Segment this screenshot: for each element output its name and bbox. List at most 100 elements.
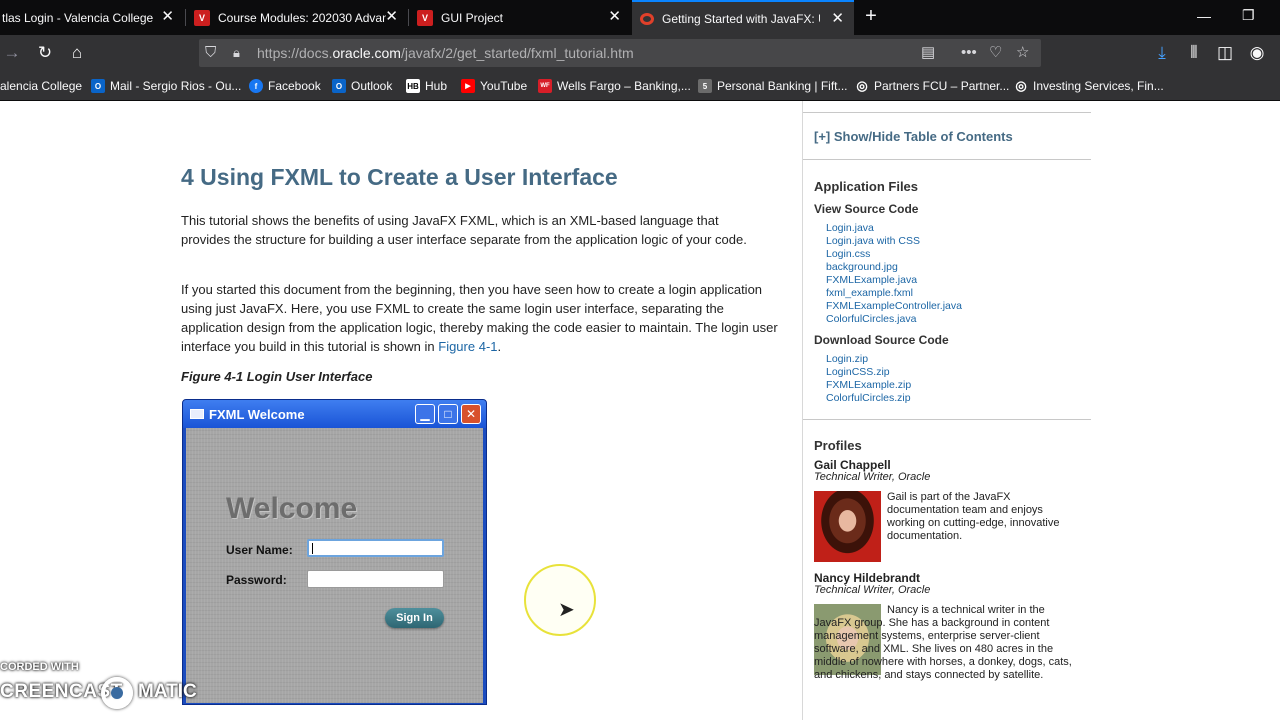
bookmark-label: Investing Services, Fin... bbox=[1033, 79, 1164, 93]
home-icon[interactable]: ⌂ bbox=[67, 43, 87, 63]
close-icon[interactable]: ✕ bbox=[385, 9, 398, 25]
bookmark-outlook[interactable]: O Outlook bbox=[332, 79, 392, 93]
download-link[interactable]: FXMLExample.zip bbox=[826, 379, 911, 391]
minimize-icon: ▁ bbox=[415, 404, 435, 424]
url-domain: oracle.com bbox=[332, 45, 401, 61]
bookmarks-toolbar: alencia College O Mail - Sergio Rios - Ou… bbox=[0, 71, 1280, 101]
bookmark-label: Personal Banking | Fift... bbox=[717, 79, 848, 93]
body-paragraph: If you started this document from the be… bbox=[181, 280, 781, 356]
bookmark-star-icon[interactable]: ☆ bbox=[1016, 43, 1029, 63]
bookmark-valencia[interactable]: alencia College bbox=[0, 79, 82, 93]
bookmark-label: Hub bbox=[425, 79, 448, 93]
toc-toggle-link[interactable]: [+] Show/Hide Table of Contents bbox=[814, 129, 1013, 144]
username-label: User Name: bbox=[226, 543, 293, 557]
tab-valencia-login[interactable]: tlas Login - Valencia College ✕ bbox=[0, 0, 184, 35]
application-files-heading: Application Files bbox=[814, 179, 919, 194]
facebook-icon: f bbox=[249, 79, 263, 93]
url-prefix: https://docs. bbox=[257, 45, 333, 61]
page-actions-icon[interactable]: ••• bbox=[961, 43, 977, 63]
watermark-line1: CORDED WITH bbox=[0, 661, 79, 673]
profile-name: Gail Chappell bbox=[814, 458, 891, 472]
tab-title: Getting Started with JavaFX: Us bbox=[662, 11, 820, 26]
lock-icon[interactable]: 🔒︎ bbox=[233, 43, 240, 63]
bookmark-mail[interactable]: O Mail - Sergio Rios - Ou... bbox=[91, 79, 241, 93]
maximize-icon: □ bbox=[438, 404, 458, 424]
tab-title: GUI Project bbox=[441, 10, 504, 25]
figure-window-body: Welcome User Name: Password: Sign In bbox=[186, 428, 483, 703]
divider bbox=[803, 159, 1091, 160]
source-link[interactable]: fxml_example.fxml bbox=[826, 287, 913, 299]
download-link[interactable]: LoginCSS.zip bbox=[826, 366, 890, 378]
source-link[interactable]: FXMLExampleController.java bbox=[826, 300, 962, 312]
source-link[interactable]: Login.css bbox=[826, 248, 870, 260]
view-source-heading: View Source Code bbox=[814, 202, 919, 216]
close-icon[interactable]: ✕ bbox=[831, 11, 844, 27]
tab-course-modules[interactable]: V Course Modules: 202030 Advan ✕ bbox=[186, 0, 408, 35]
profiles-heading: Profiles bbox=[814, 438, 862, 453]
password-field bbox=[307, 570, 444, 588]
forward-icon[interactable]: → bbox=[2, 43, 22, 63]
pocket-icon[interactable]: ♡ bbox=[989, 43, 1002, 63]
valencia-icon: V bbox=[194, 9, 210, 26]
close-icon[interactable]: ✕ bbox=[161, 9, 174, 25]
bookmark-facebook[interactable]: f Facebook bbox=[249, 79, 321, 93]
tab-title: Course Modules: 202030 Advan bbox=[218, 10, 386, 25]
welcome-text: Welcome bbox=[226, 492, 358, 525]
restore-icon[interactable]: ❐ bbox=[1242, 7, 1255, 24]
reader-view-icon[interactable]: ▤ bbox=[921, 43, 935, 63]
wells-fargo-icon: WF bbox=[538, 79, 552, 93]
bookmark-label: YouTube bbox=[480, 79, 528, 93]
figure-window-titlebar: FXML Welcome ▁ □ ✕ bbox=[183, 400, 486, 428]
bookmark-wells-fargo[interactable]: WF Wells Fargo – Banking,... bbox=[538, 79, 691, 93]
close-icon: ✕ bbox=[461, 404, 481, 424]
bookmark-fifth-third[interactable]: 5 Personal Banking | Fift... bbox=[698, 79, 848, 93]
shield-icon[interactable]: ⛉ bbox=[205, 43, 216, 63]
right-sidebar: [+] Show/Hide Table of Contents Applicat… bbox=[802, 101, 1091, 720]
watermark-line3: MATIC bbox=[138, 681, 197, 702]
sign-in-button: Sign In bbox=[385, 608, 444, 628]
download-link[interactable]: ColorfulCircles.zip bbox=[826, 392, 911, 404]
download-icon[interactable]: ⤓ bbox=[1152, 43, 1172, 63]
username-field bbox=[307, 539, 444, 557]
divider bbox=[803, 112, 1091, 113]
page-content: 4 Using FXML to Create a User Interface … bbox=[0, 101, 1280, 720]
url-text[interactable]: https://docs.oracle.com/javafx/2/get_sta… bbox=[257, 45, 634, 61]
figure-window-title: FXML Welcome bbox=[209, 407, 305, 422]
divider bbox=[803, 419, 1091, 420]
library-icon[interactable]: ⫴ bbox=[1184, 43, 1204, 63]
figure-link[interactable]: Figure 4-1 bbox=[438, 339, 497, 354]
tab-getting-started-javafx[interactable]: Getting Started with JavaFX: Us ✕ bbox=[632, 0, 854, 35]
bookmark-partners-fcu[interactable]: ◎ Partners FCU – Partner... bbox=[855, 78, 1010, 93]
tab-gui-project[interactable]: V GUI Project ✕ bbox=[409, 0, 631, 35]
url-path: /javafx/2/get_started/fxml_tutorial.htm bbox=[400, 45, 634, 61]
source-link[interactable]: background.jpg bbox=[826, 261, 898, 273]
mouse-pointer-icon: ➤ bbox=[558, 599, 575, 621]
source-link[interactable]: Login.java with CSS bbox=[826, 235, 920, 247]
bookmark-investing[interactable]: ◎ Investing Services, Fin... bbox=[1014, 78, 1164, 93]
oracle-icon bbox=[640, 12, 654, 25]
bookmark-label: Partners FCU – Partner... bbox=[874, 79, 1010, 93]
account-icon[interactable]: ◉ bbox=[1247, 43, 1267, 63]
fifth-third-icon: 5 bbox=[698, 79, 712, 93]
bookmark-hub[interactable]: HB Hub bbox=[406, 79, 447, 93]
bookmark-label: Wells Fargo – Banking,... bbox=[557, 79, 691, 93]
new-tab-button[interactable]: + bbox=[861, 6, 881, 28]
close-icon[interactable]: ✕ bbox=[608, 9, 621, 25]
youtube-icon: ▶ bbox=[461, 79, 475, 93]
tab-title: tlas Login - Valencia College bbox=[2, 10, 154, 25]
bookmark-youtube[interactable]: ▶ YouTube bbox=[461, 79, 527, 93]
download-link[interactable]: Login.zip bbox=[826, 353, 868, 365]
source-link[interactable]: ColorfulCircles.java bbox=[826, 313, 916, 325]
source-link[interactable]: FXMLExample.java bbox=[826, 274, 917, 286]
navigation-toolbar: → ↻ ⌂ ⛉ 🔒︎ https://docs.oracle.com/javaf… bbox=[0, 35, 1280, 71]
login-figure-image: FXML Welcome ▁ □ ✕ Welcome User Name: Pa… bbox=[182, 399, 487, 705]
minimize-icon[interactable]: — bbox=[1197, 8, 1211, 24]
source-link[interactable]: Login.java bbox=[826, 222, 874, 234]
bookmark-label: alencia College bbox=[0, 79, 83, 93]
bookmark-label: Mail - Sergio Rios - Ou... bbox=[110, 79, 242, 93]
address-bar[interactable]: ⛉ 🔒︎ https://docs.oracle.com/javafx/2/ge… bbox=[199, 39, 1041, 67]
sidebar-icon[interactable]: ◫ bbox=[1215, 43, 1235, 63]
download-source-heading: Download Source Code bbox=[814, 333, 949, 347]
globe-icon: ◎ bbox=[856, 78, 868, 93]
reload-icon[interactable]: ↻ bbox=[35, 43, 55, 63]
